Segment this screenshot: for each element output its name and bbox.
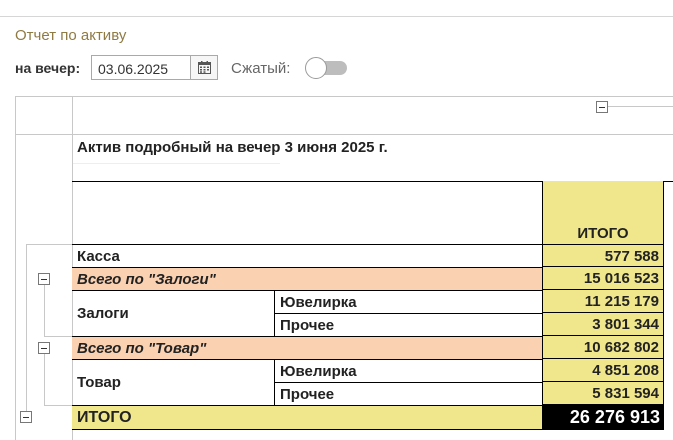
tree-line-tovar	[44, 354, 45, 406]
collapse-icon[interactable]	[38, 273, 50, 285]
row-zalogi-total-label: Всего по "Залоги"	[72, 267, 542, 290]
row-zalogi-other-label: Прочее	[275, 313, 542, 336]
row-tovar-other-label: Прочее	[275, 382, 542, 405]
grand-total-value: 26 276 913	[542, 405, 664, 430]
tree-line-tovar-end	[44, 405, 72, 406]
row-tovar-other-value: 5 831 594	[542, 382, 664, 405]
frame-left-line	[15, 96, 16, 440]
row-tovar-total-label: Всего по "Товар"	[72, 336, 542, 359]
collapse-icon[interactable]	[38, 342, 50, 354]
report-title: Актив подробный на вечер 3 июня 2025 г.	[77, 139, 388, 156]
row-tovar-jew-value: 4 851 208	[542, 359, 664, 382]
compact-toggle[interactable]	[305, 57, 347, 79]
grand-total-label: ИТОГО	[72, 405, 542, 430]
calendar-button[interactable]	[191, 55, 218, 80]
frame-corner-divider	[72, 96, 73, 134]
tree-line-root	[26, 244, 27, 414]
title-underline	[73, 163, 280, 164]
page-title: Отчет по активу	[15, 27, 127, 44]
compact-label: Сжатый:	[231, 60, 291, 77]
total-column-header: ИТОГО	[542, 181, 664, 244]
tree-line-top	[26, 244, 72, 245]
frame-header-line	[15, 134, 673, 135]
total-column-header-label: ИТОГО	[577, 225, 629, 242]
top-divider	[0, 16, 673, 17]
row-tovar-jew-label: Ювелирка	[275, 359, 542, 382]
frame-top-line	[15, 96, 673, 97]
group-zalogi-label: Залоги	[72, 290, 275, 336]
row-zalogi-jew-label: Ювелирка	[275, 290, 542, 313]
row-zalogi-jew-value: 11 215 179	[542, 290, 664, 313]
group-tovar-label: Товар	[72, 359, 275, 405]
tree-connector-top	[608, 106, 673, 107]
collapse-icon[interactable]	[20, 411, 32, 423]
tree-line-zalogi-end	[44, 336, 72, 337]
row-tovar-total-value: 10 682 802	[542, 336, 664, 359]
tree-line-zalogi	[44, 285, 45, 337]
row-zalogi-other-value: 3 801 344	[542, 313, 664, 336]
row-zalogi-total-value: 15 016 523	[542, 267, 664, 290]
calendar-icon	[197, 61, 211, 74]
date-label: на вечер:	[15, 60, 81, 76]
date-input[interactable]	[91, 55, 191, 80]
collapse-icon[interactable]	[596, 101, 608, 113]
row-kassa-value: 577 588	[542, 244, 664, 267]
row-kassa-label: Касса	[72, 244, 542, 267]
toggle-knob	[305, 57, 327, 79]
